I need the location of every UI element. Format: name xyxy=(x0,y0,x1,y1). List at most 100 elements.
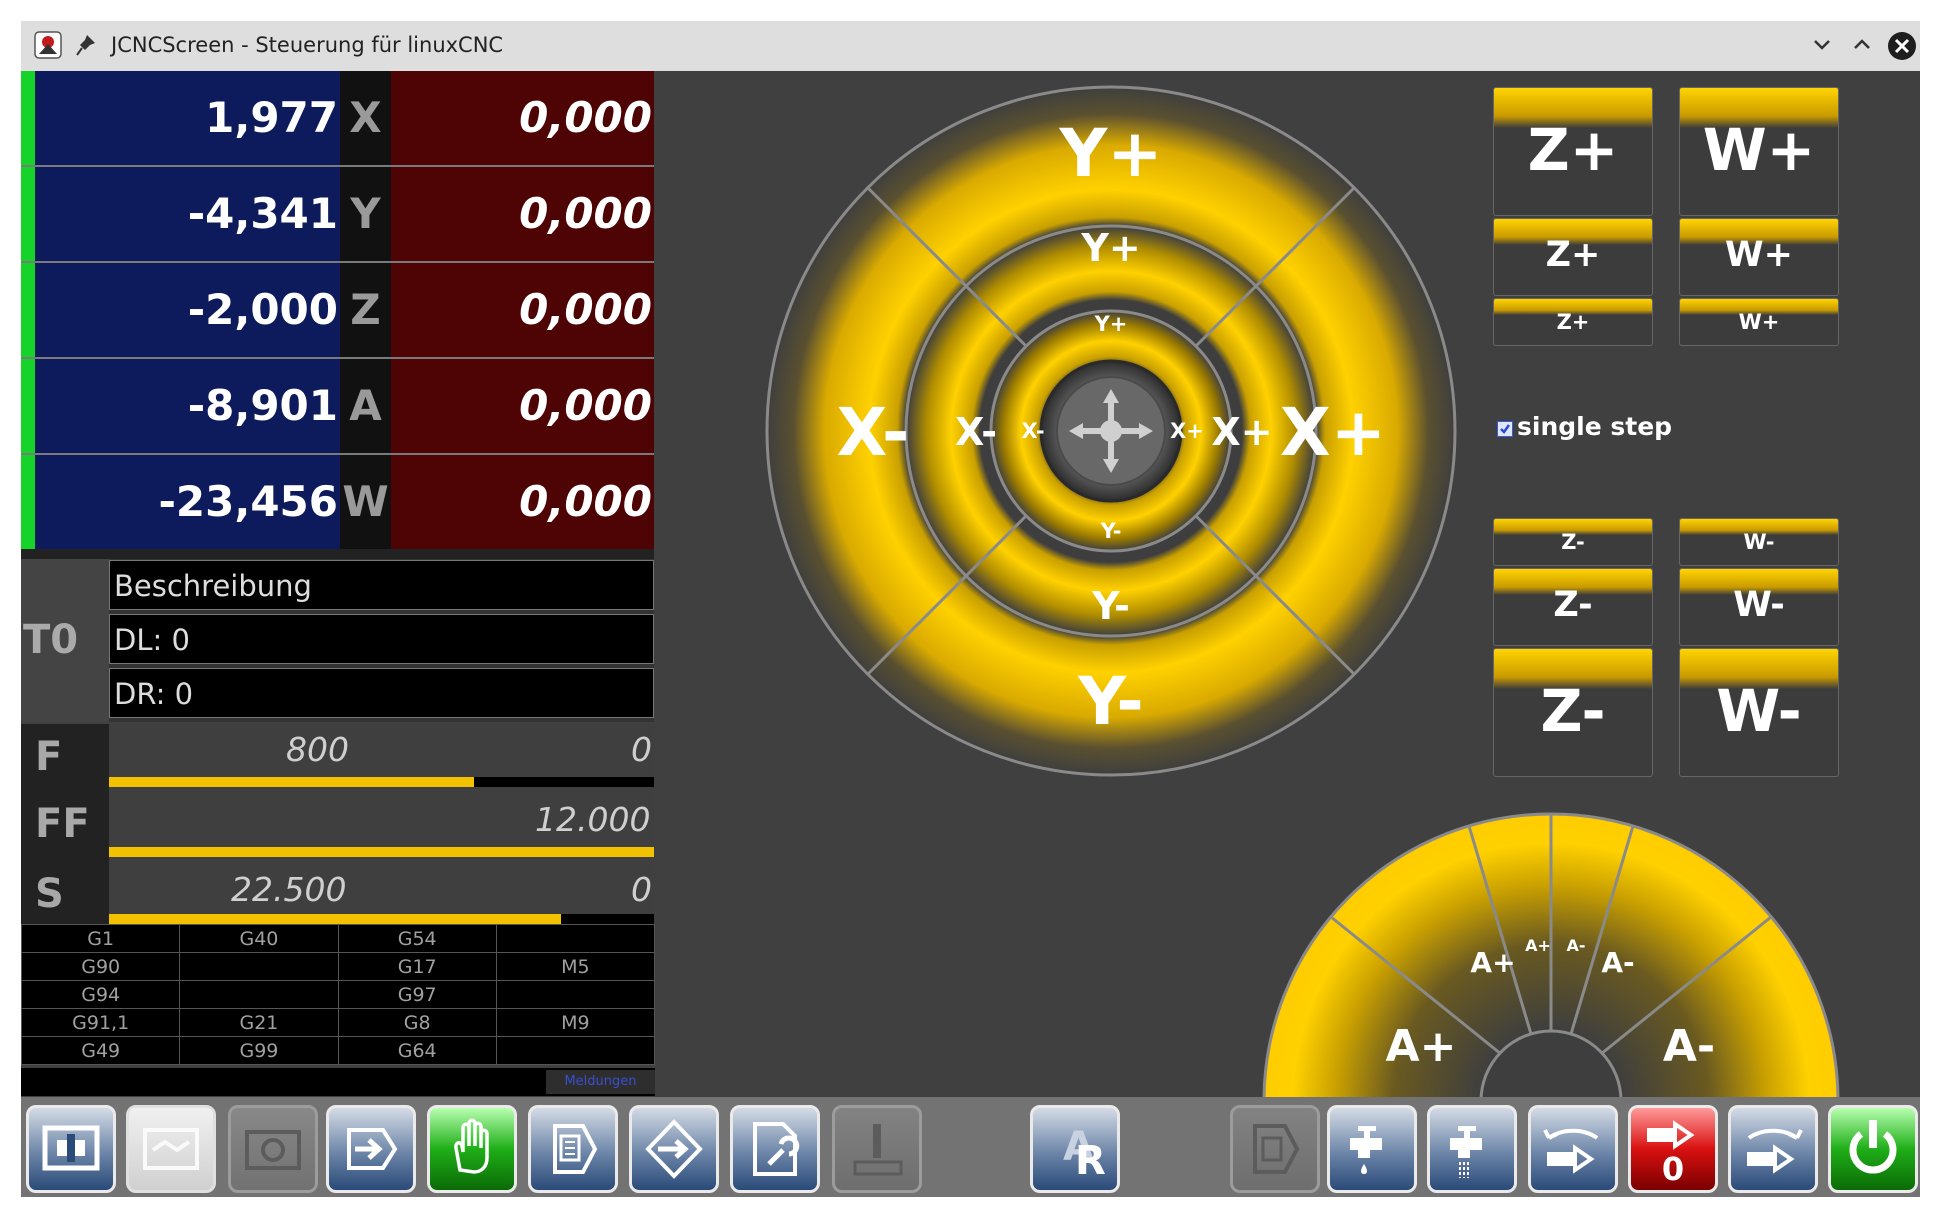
jog-w-minus-small-button[interactable]: W- xyxy=(1679,518,1839,566)
tool-edit-icon xyxy=(753,1122,800,1176)
home-button[interactable] xyxy=(629,1105,719,1193)
gcode-cell: G97 xyxy=(337,980,497,1009)
jog-z-minus-medium-button[interactable]: Z- xyxy=(1493,568,1653,646)
jog-x-minus-medium[interactable]: X- xyxy=(955,410,997,454)
mdi-mode-button[interactable] xyxy=(126,1105,216,1193)
button-label: Z+ xyxy=(1527,116,1619,184)
probe-button[interactable] xyxy=(832,1105,922,1193)
button-label: W+ xyxy=(1725,235,1793,275)
bar-fill xyxy=(109,847,654,857)
jog-y-minus-medium[interactable]: Y- xyxy=(1091,584,1130,628)
minimize-button[interactable] xyxy=(1805,28,1839,62)
dro-row-z: -2,000 Z 0,000 xyxy=(21,263,654,359)
jog-a-plus-small[interactable]: A+ xyxy=(1525,936,1551,955)
feed-label: F xyxy=(35,734,63,780)
messages-tab[interactable]: Meldungen xyxy=(546,1070,655,1094)
gcode-cell: G1 xyxy=(21,924,181,953)
spindle-speed-value: 22.500 xyxy=(231,870,347,909)
jog-x-minus-small[interactable]: X- xyxy=(1021,419,1044,443)
gcode-cell: G8 xyxy=(337,1008,497,1037)
jog-a-minus-medium[interactable]: A- xyxy=(1601,946,1634,979)
checkmark-icon xyxy=(1500,424,1511,434)
document-arrow-button[interactable] xyxy=(1230,1105,1320,1193)
spindle-stop-button[interactable]: 0 xyxy=(1628,1105,1718,1193)
button-label: W+ xyxy=(1702,116,1816,184)
jog-a-minus-small[interactable]: A- xyxy=(1566,936,1585,955)
jog-z-plus-large-button[interactable]: Z+ xyxy=(1493,87,1653,216)
jog-x-plus-large[interactable]: X+ xyxy=(1280,394,1386,471)
jog-y-plus-small[interactable]: Y+ xyxy=(1094,312,1128,336)
spindle-ccw-icon xyxy=(1543,1128,1599,1174)
dro-row-y: -4,341 Y 0,000 xyxy=(21,167,654,263)
auto-mode-icon xyxy=(42,1125,100,1171)
spindle-stop-label: 0 xyxy=(1661,1150,1685,1188)
step-into-button[interactable] xyxy=(326,1105,416,1193)
feed-rate-value: 800 xyxy=(286,730,349,769)
tool-description: Beschreibung xyxy=(109,560,654,610)
jog-z-plus-medium-button[interactable]: Z+ xyxy=(1493,218,1653,296)
axis-homed-indicator xyxy=(21,263,35,357)
axis-homed-indicator xyxy=(21,359,35,453)
maximize-button[interactable] xyxy=(1845,28,1879,62)
jog-w-plus-medium-button[interactable]: W+ xyxy=(1679,218,1839,296)
jog-y-minus-large[interactable]: Y- xyxy=(1077,663,1143,740)
dro-position: -4,341 xyxy=(35,167,340,261)
jog-a-minus-large[interactable]: A- xyxy=(1663,1021,1715,1072)
coolant-flood-button[interactable] xyxy=(1427,1105,1517,1193)
jog-y-plus-large[interactable]: Y+ xyxy=(1058,115,1162,192)
document-arrow-icon xyxy=(1253,1124,1300,1174)
jog-x-plus-small[interactable]: X+ xyxy=(1170,419,1204,443)
auto-mode-button[interactable] xyxy=(26,1105,116,1193)
dro-axis-label: Z xyxy=(340,263,391,357)
jog-w-minus-medium-button[interactable]: W- xyxy=(1679,568,1839,646)
single-step-checkbox[interactable] xyxy=(1497,421,1513,437)
reset-button[interactable]: A R xyxy=(1030,1105,1120,1193)
coolant-mist-button[interactable] xyxy=(1327,1105,1417,1193)
gcode-cell xyxy=(179,980,339,1009)
jog-w-minus-large-button[interactable]: W- xyxy=(1679,648,1839,777)
axis-homed-indicator xyxy=(21,455,35,549)
dro-axis-label: A xyxy=(340,359,391,453)
gcode-cell xyxy=(495,924,656,953)
jog-a-plus-large[interactable]: A+ xyxy=(1386,1021,1457,1072)
file-open-button[interactable] xyxy=(528,1105,618,1193)
pin-icon[interactable] xyxy=(75,33,97,57)
rapid-rate-value: 12.000 xyxy=(535,800,651,839)
spindle-override-bar[interactable] xyxy=(109,914,654,924)
step-into-icon xyxy=(347,1128,398,1170)
gcode-cell xyxy=(495,980,656,1009)
tool-edit-button[interactable] xyxy=(730,1105,820,1193)
message-bar: Meldungen xyxy=(21,1068,655,1096)
dro-axis-label: X xyxy=(340,71,391,165)
power-icon xyxy=(1849,1120,1897,1174)
gcode-cell: G49 xyxy=(21,1036,181,1065)
jog-z-minus-large-button[interactable]: Z- xyxy=(1493,648,1653,777)
rapid-override-bar[interactable] xyxy=(109,847,654,857)
jog-a-plus-medium[interactable]: A+ xyxy=(1470,946,1515,979)
dro-distance-to-go: 0,000 xyxy=(391,359,654,453)
table-row: G94 G97 xyxy=(21,980,656,1009)
power-button[interactable] xyxy=(1828,1105,1918,1193)
jog-y-minus-small[interactable]: Y- xyxy=(1100,519,1122,543)
title-bar: JCNCScreen - Steuerung für linuxCNC xyxy=(21,21,1920,71)
button-label: W+ xyxy=(1738,310,1780,334)
jog-w-plus-large-button[interactable]: W+ xyxy=(1679,87,1839,216)
close-button[interactable] xyxy=(1887,31,1917,61)
jog-z-minus-small-button[interactable]: Z- xyxy=(1493,518,1653,566)
coolant-flood-icon xyxy=(1450,1126,1482,1178)
dro-position: -2,000 xyxy=(35,263,340,357)
jog-x-minus-large[interactable]: X- xyxy=(837,394,910,471)
jog-x-plus-medium[interactable]: X+ xyxy=(1211,410,1272,454)
axis-homed-indicator xyxy=(21,167,35,261)
jog-z-plus-small-button[interactable]: Z+ xyxy=(1493,298,1653,346)
spindle-ccw-button[interactable] xyxy=(1528,1105,1618,1193)
gcode-cell: G64 xyxy=(337,1036,497,1065)
camera-button[interactable] xyxy=(228,1105,318,1193)
probe-icon xyxy=(853,1124,903,1176)
feed-override-bar[interactable] xyxy=(109,777,654,787)
spindle-cw-button[interactable] xyxy=(1728,1105,1818,1193)
dro-position: -8,901 xyxy=(35,359,340,453)
jog-w-plus-small-button[interactable]: W+ xyxy=(1679,298,1839,346)
manual-mode-button[interactable] xyxy=(427,1105,517,1193)
jog-y-plus-medium[interactable]: Y+ xyxy=(1080,226,1140,270)
